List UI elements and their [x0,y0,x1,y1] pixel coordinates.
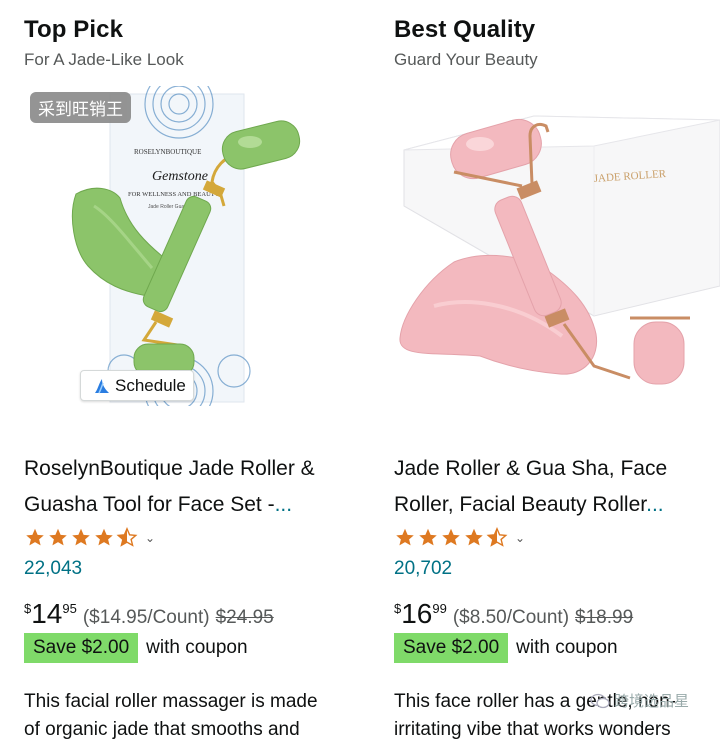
star-icon [95,528,113,546]
coupon-row: Save $2.00 with coupon [24,633,248,663]
star-half-icon [116,527,138,547]
title-line-1: Jade Roller & Gua Sha, Face [394,457,668,480]
package-subtitle: FOR WELLNESS AND BEAUTY [128,191,220,198]
unit-price: ($8.50/Count) [452,607,570,628]
desc-line-2: irritating vibe that works wonders [394,719,671,739]
overlay-watermark: 跨境选品星 [590,690,689,711]
coupon-row: Save $2.00 with coupon [394,633,618,663]
price: $ 16 99 ($8.50/Count) $18.99 [394,598,633,630]
price-whole: 16 [401,598,433,629]
badge-subtitle: For A Jade-Like Look [24,50,184,69]
price: $ 14 95 ($14.95/Count) $24.95 [24,598,274,630]
product-title[interactable]: Jade Roller & Gua Sha, Face Roller, Faci… [394,451,704,523]
chevron-down-icon[interactable]: ⌄ [145,531,155,545]
list-price: $18.99 [575,607,634,628]
desc-line-1: This facial roller massager is made [24,691,318,712]
schedule-icon [95,378,109,393]
package-brand: ROSELYNBOUTIQUE [134,148,201,156]
list-price: $24.95 [215,607,274,628]
rating-stars[interactable]: ⌄ [24,527,155,548]
product-title[interactable]: RoselynBoutique Jade Roller & Guasha Too… [24,451,364,523]
title-line-2: Roller, Facial Beauty Roller [394,493,647,516]
product-card-2[interactable]: Best Quality Guard Your Beauty JADE ROLL… [394,0,720,739]
price-symbol: $ [24,601,32,616]
review-count[interactable]: 22,043 [24,558,82,580]
price-fraction: 99 [432,601,447,616]
chevron-down-icon[interactable]: ⌄ [515,531,525,545]
title-line-1: RoselynBoutique Jade Roller & [24,457,315,480]
coupon-text: with coupon [516,637,618,658]
star-icon [49,528,67,546]
desc-line-2: of organic jade that smooths and [24,719,300,739]
product-image[interactable]: JADE ROLLER [394,86,720,406]
rating-stars[interactable]: ⌄ [394,527,525,548]
price-fraction: 95 [62,601,77,616]
package-title: Gemstone [152,169,208,184]
watermark-tag: 采到旺销王 [30,92,131,123]
coupon-text: with coupon [146,637,248,658]
product-image[interactable]: ROSELYNBOUTIQUE Gemstone FOR WELLNESS AN… [24,69,354,426]
star-icon [396,528,414,546]
title-ellipsis: ... [274,493,293,516]
badge-title: Top Pick [24,16,124,43]
product-card-1[interactable]: Top Pick For A Jade-Like Look ROSELYNBOU… [24,0,369,739]
badge-subtitle: Guard Your Beauty [394,50,538,69]
overlay-watermark-text: 跨境选品星 [614,693,690,710]
title-line-2: Guasha Tool for Face Set - [24,493,275,516]
star-half-icon [486,527,508,547]
unit-price: ($14.95/Count) [82,607,210,628]
coupon-badge[interactable]: Save $2.00 [24,633,139,663]
star-icon [442,528,460,546]
schedule-label: Schedule [115,375,186,395]
star-icon [72,528,90,546]
product-description: This facial roller massager is made of o… [24,688,364,739]
star-icon [26,528,44,546]
coupon-badge[interactable]: Save $2.00 [394,633,509,663]
review-count[interactable]: 20,702 [394,558,452,580]
wechat-icon [590,693,610,708]
star-icon [419,528,437,546]
star-icon [465,528,483,546]
price-whole: 14 [31,598,63,629]
schedule-button[interactable]: Schedule [80,370,194,401]
price-symbol: $ [394,601,402,616]
title-ellipsis: ... [646,493,664,516]
badge-title: Best Quality [394,16,536,43]
